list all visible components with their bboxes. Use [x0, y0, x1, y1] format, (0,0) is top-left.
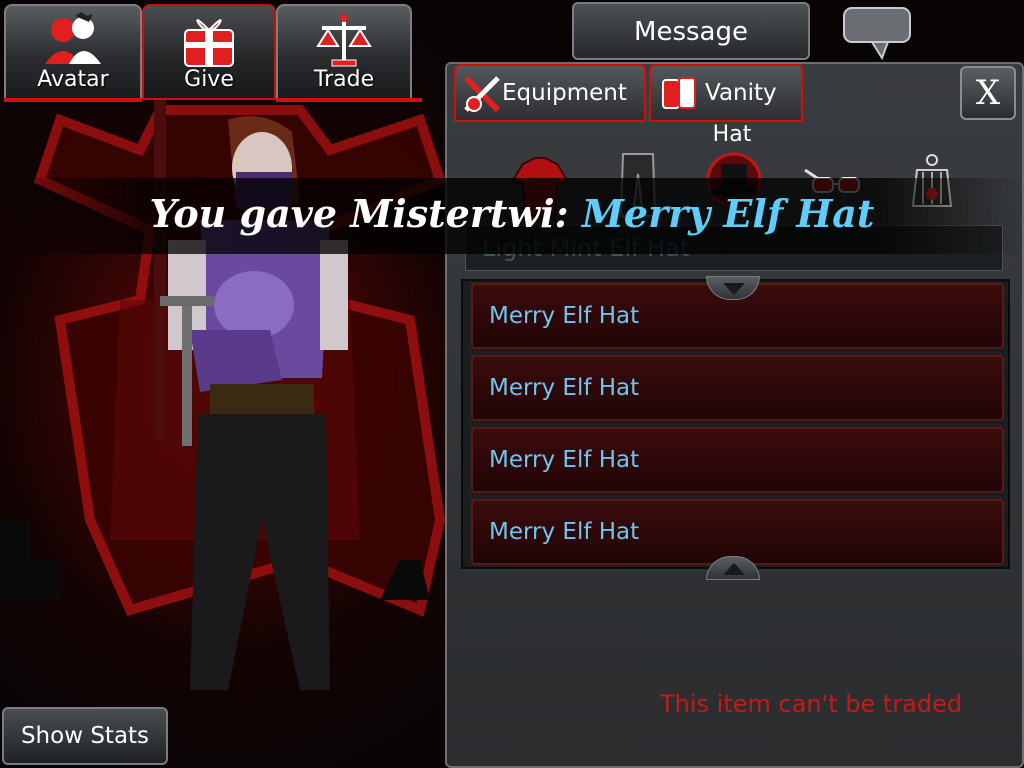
- scroll-up-button[interactable]: [706, 556, 760, 580]
- tab-equipment[interactable]: Equipment: [454, 64, 646, 122]
- show-stats-button[interactable]: Show Stats: [2, 707, 168, 765]
- chat-bubble-icon: [843, 7, 911, 61]
- list-item[interactable]: Merry Elf Hat: [471, 427, 1004, 493]
- tab-underline-right: [276, 98, 422, 102]
- gift-icon: [184, 19, 234, 67]
- notification-item: Merry Elf Hat: [581, 191, 875, 236]
- chevron-down-icon: [723, 283, 745, 295]
- tab-underline-left: [4, 98, 142, 102]
- tab-vanity[interactable]: Vanity: [649, 64, 803, 122]
- list-item[interactable]: Merry Elf Hat: [471, 355, 1004, 421]
- tab-avatar-label: Avatar: [37, 67, 109, 92]
- chevron-up-icon: [723, 563, 745, 575]
- chat-bubble-button[interactable]: [842, 6, 912, 61]
- tab-trade-label: Trade: [313, 67, 375, 92]
- tab-avatar[interactable]: Avatar: [4, 4, 142, 100]
- tab-equipment-label: Equipment: [502, 80, 627, 106]
- close-button[interactable]: X: [960, 66, 1016, 120]
- character-arm-right: [320, 240, 348, 350]
- spear-shaft: [154, 100, 166, 440]
- character-belt: [210, 384, 314, 414]
- notification-prefix: You gave Mistertwi:: [149, 191, 582, 236]
- avatar-icon: [45, 12, 101, 64]
- trade-warning-text: This item can't be traded: [660, 690, 963, 718]
- scales-icon: [316, 14, 372, 67]
- message-button[interactable]: Message: [572, 2, 810, 60]
- scroll-down-button[interactable]: [706, 276, 760, 300]
- vanity-icon: [662, 77, 696, 109]
- item-list[interactable]: Merry Elf Hat Merry Elf Hat Merry Elf Ha…: [461, 279, 1010, 569]
- equipment-icon: [463, 75, 501, 113]
- skull-print: [214, 271, 294, 339]
- give-notification-banner: You gave Mistertwi: Merry Elf Hat: [0, 178, 1024, 254]
- sword-blade: [182, 306, 192, 446]
- slot-category-label: Hat: [712, 122, 752, 147]
- tab-give-label: Give: [184, 67, 234, 92]
- tab-give[interactable]: Give: [142, 4, 276, 100]
- tab-vanity-label: Vanity: [705, 80, 777, 106]
- tab-trade[interactable]: Trade: [276, 4, 412, 100]
- sword-guard: [160, 296, 214, 306]
